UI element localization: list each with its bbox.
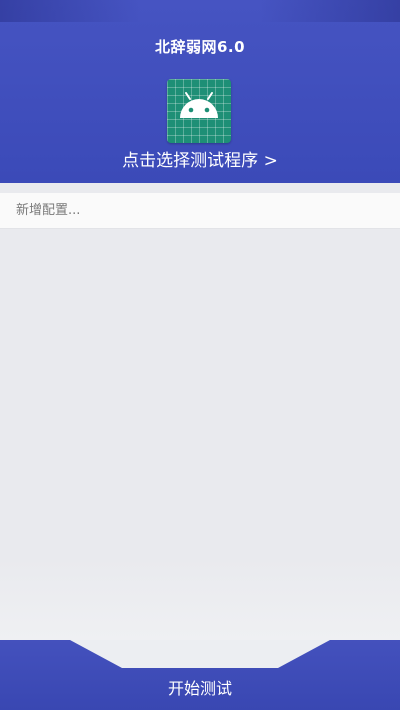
weak-network-screen: 北辞弱网6.0 点击选择测试程序 > 开始测试: [0, 0, 400, 710]
android-icon[interactable]: [167, 79, 231, 143]
header-shade: [0, 0, 400, 22]
header: 北辞弱网6.0 点击选择测试程序 >: [0, 0, 400, 183]
new-config-input[interactable]: [0, 193, 386, 228]
config-list-area: [0, 229, 400, 640]
new-config-bar: [0, 193, 400, 229]
start-test-button[interactable]: 开始测试: [130, 672, 270, 706]
android-robot-glyph: [180, 92, 218, 118]
select-test-program-link[interactable]: 点击选择测试程序 >: [0, 146, 400, 171]
app-title: 北辞弱网6.0: [154, 38, 246, 56]
